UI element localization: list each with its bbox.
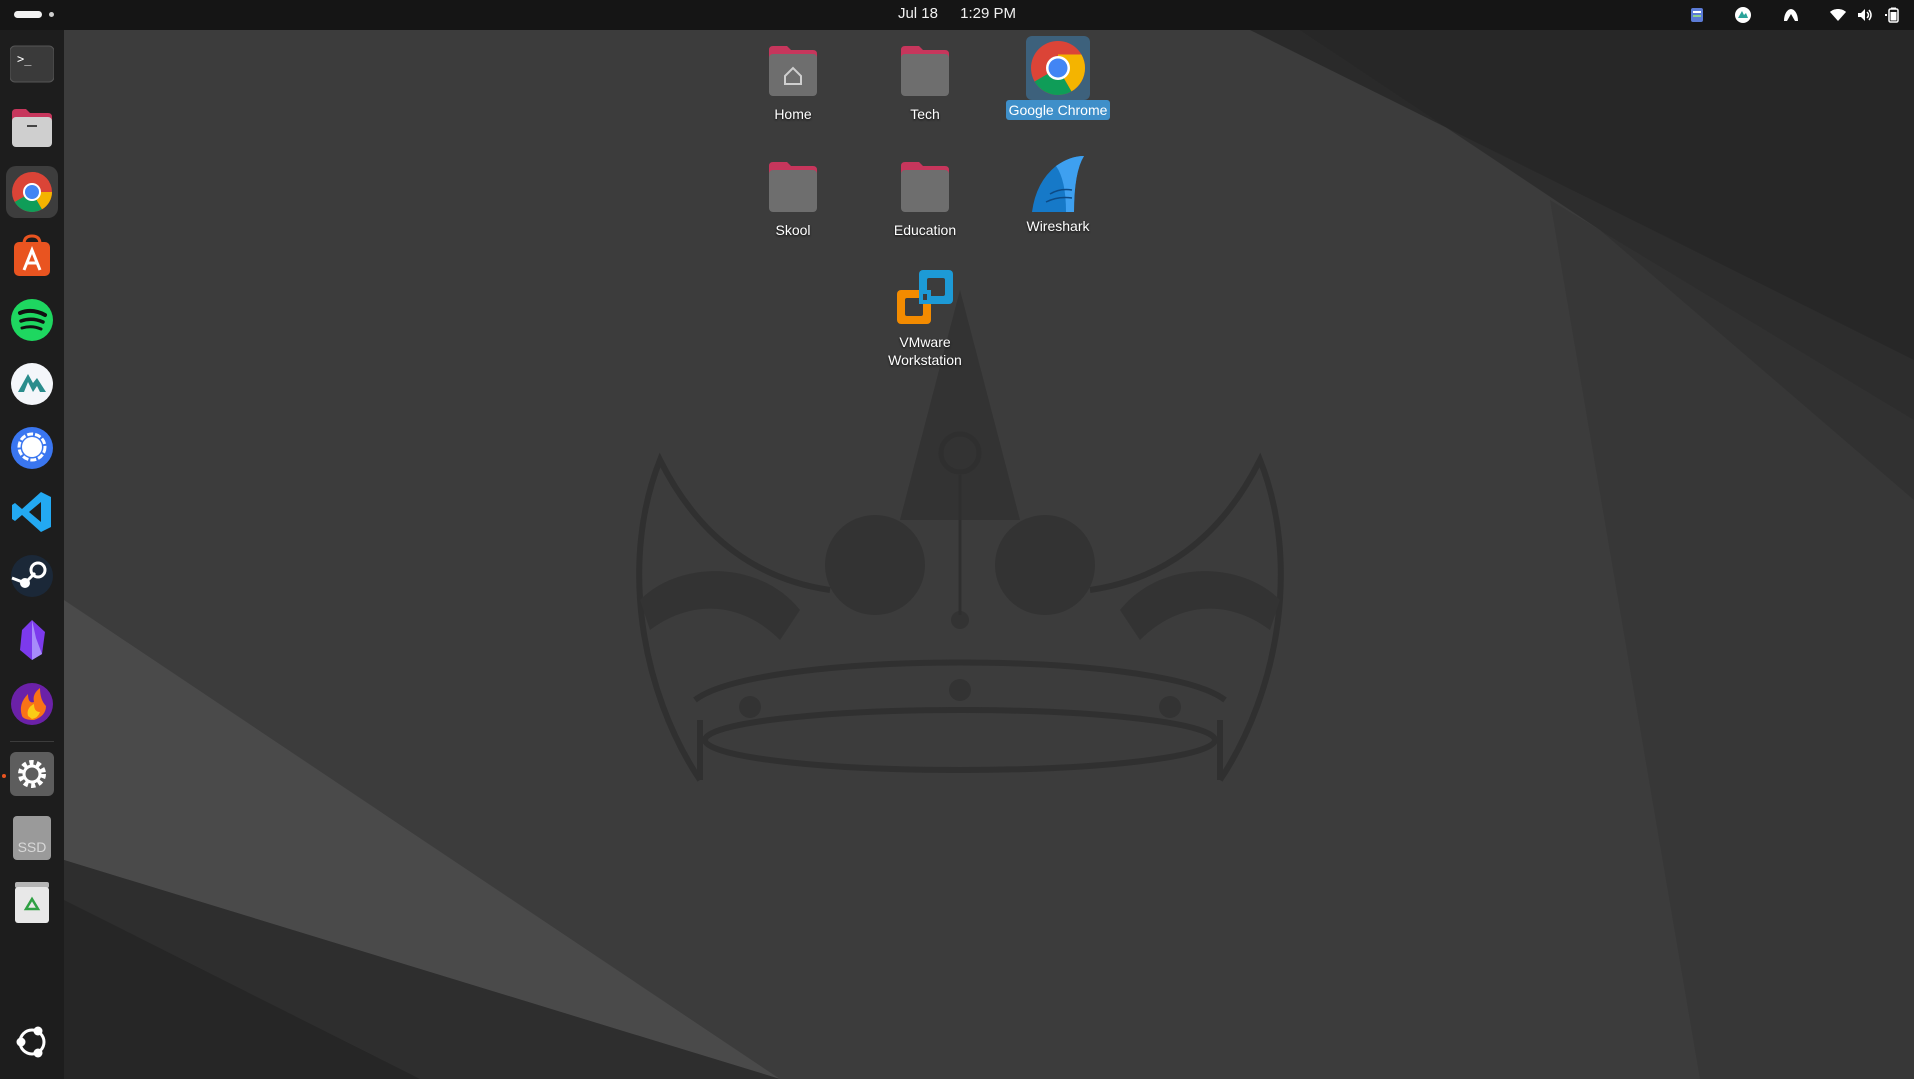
time-label[interactable]: 1:29 PM xyxy=(960,5,1016,22)
chrome-icon xyxy=(12,172,52,212)
gear-icon xyxy=(10,752,54,796)
dock-app-center[interactable] xyxy=(6,230,58,282)
desktop-icon-wireshark[interactable]: Wireshark xyxy=(998,152,1118,236)
dock-terminal[interactable]: >_ xyxy=(6,38,58,90)
desktop-icon-vmware-workstation[interactable]: VMware Workstation xyxy=(865,268,985,370)
dock-obsidian[interactable] xyxy=(6,614,58,666)
volume-icon[interactable] xyxy=(1855,5,1875,25)
dock-signal[interactable] xyxy=(6,422,58,474)
activities-button[interactable] xyxy=(14,10,54,20)
battery-icon[interactable] xyxy=(1883,5,1903,25)
desktop-icon-tech[interactable]: Tech xyxy=(865,40,985,124)
show-apps-button[interactable] xyxy=(6,1016,58,1068)
drive-icon: SSD xyxy=(13,816,51,860)
svg-text:>_: >_ xyxy=(17,52,32,66)
date-label[interactable]: Jul 18 xyxy=(898,5,938,22)
home-folder-icon xyxy=(769,46,817,96)
terminal-icon: >_ xyxy=(10,45,54,83)
wifi-icon[interactable] xyxy=(1828,5,1848,25)
vmware-icon xyxy=(897,270,953,324)
dock-flame-app[interactable] xyxy=(6,678,58,730)
obsidian-icon xyxy=(20,620,45,660)
desktop-icon-google-chrome[interactable]: Google Chrome xyxy=(998,36,1118,120)
desktop-icon-label: Tech xyxy=(910,106,940,122)
dock-separator xyxy=(10,741,54,742)
desktop-icon-skool[interactable]: Skool xyxy=(733,156,853,240)
flame-icon xyxy=(11,683,53,725)
workspace-indicator-dot xyxy=(49,12,54,17)
desktop-icon-label: Google Chrome xyxy=(1005,100,1111,120)
folder-icon xyxy=(901,162,949,212)
trash-icon xyxy=(15,882,49,923)
dock-vscode[interactable] xyxy=(6,486,58,538)
drive-label: SSD xyxy=(18,839,47,855)
desktop-icon-label: VMware Workstation xyxy=(888,334,962,368)
chrome-icon xyxy=(1026,36,1090,100)
nordvpn-tray-icon[interactable] xyxy=(1781,5,1801,25)
clock-area: Jul 18 1:29 PM xyxy=(0,0,1914,30)
dock-trash[interactable] xyxy=(6,876,58,928)
wireshark-icon xyxy=(1032,156,1084,212)
desktop-icon-label: Skool xyxy=(775,222,811,238)
dock-ssd-drive[interactable]: SSD xyxy=(6,812,58,864)
dock: >_ SSD xyxy=(0,30,64,1079)
signal-icon xyxy=(11,427,53,469)
desktop-icon-label: Education xyxy=(893,222,957,238)
ubuntu-logo-icon xyxy=(16,1026,46,1058)
top-panel: Jul 18 1:29 PM xyxy=(0,0,1914,30)
folder-icon xyxy=(769,162,817,212)
spotify-icon xyxy=(11,299,53,341)
steam-icon xyxy=(11,555,53,597)
dock-nordvpn[interactable] xyxy=(6,358,58,410)
dock-google-chrome[interactable] xyxy=(6,166,58,218)
nordvpn-icon xyxy=(11,363,53,405)
dock-settings[interactable] xyxy=(6,748,58,800)
workspace-indicator-active xyxy=(14,11,42,18)
vpn-status-icon[interactable] xyxy=(1733,5,1753,25)
desktop-icon-label: Wireshark xyxy=(1026,218,1090,234)
desktop-icon-home[interactable]: Home xyxy=(733,40,853,124)
app-center-icon xyxy=(14,234,50,276)
dock-steam[interactable] xyxy=(6,550,58,602)
desktop-icon-education[interactable]: Education xyxy=(865,156,985,240)
folder-icon xyxy=(901,46,949,96)
desktop-icon-label: Home xyxy=(774,106,812,122)
files-icon xyxy=(12,109,52,147)
notes-app-icon[interactable] xyxy=(1687,5,1707,25)
dock-spotify[interactable] xyxy=(6,294,58,346)
vscode-icon xyxy=(12,492,51,532)
dock-files[interactable] xyxy=(6,102,58,154)
